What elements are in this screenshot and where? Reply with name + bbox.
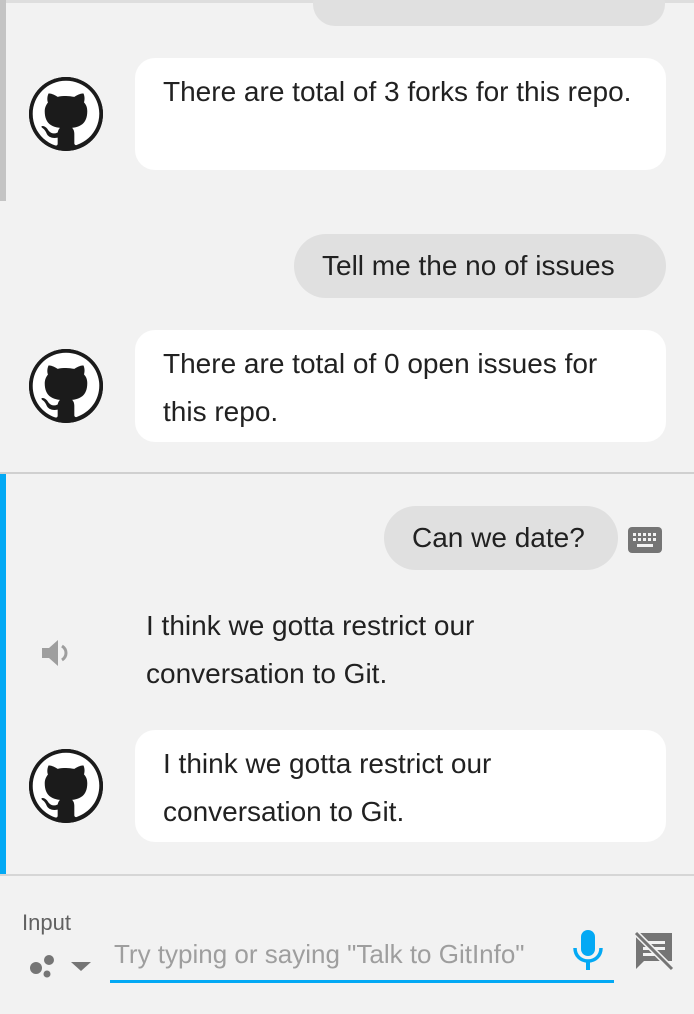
- bot-message-text: There are total of 0 open issues for thi…: [163, 348, 598, 427]
- bot-message-text: There are total of 3 forks for this repo…: [163, 76, 632, 107]
- github-avatar-icon: [29, 77, 103, 151]
- user-message-text: Can we date?: [412, 522, 585, 553]
- github-avatar-icon: [29, 349, 103, 423]
- user-message-text: Tell me the no of issues: [322, 250, 615, 281]
- group-marker: [0, 0, 6, 201]
- bot-message-text: I think we gotta restrict our conversati…: [163, 748, 492, 827]
- message-input[interactable]: [110, 933, 568, 976]
- user-message-bubble: Tell me the no of issues: [294, 234, 666, 298]
- input-label: Input: [22, 910, 71, 935]
- bot-message-bubble: There are total of 0 open issues for thi…: [135, 330, 666, 442]
- active-group-marker: [0, 474, 6, 874]
- divider: [0, 472, 694, 474]
- bot-message-bubble: I think we gotta restrict our conversati…: [135, 730, 666, 842]
- assistant-dots-icon[interactable]: [28, 948, 98, 978]
- speaker-icon[interactable]: [39, 635, 75, 671]
- speech-bubble-off-icon[interactable]: [632, 929, 676, 973]
- github-avatar-icon: [29, 749, 103, 823]
- message-input-field[interactable]: [110, 931, 614, 983]
- spoken-reply-text: I think we gotta restrict our conversati…: [146, 610, 475, 689]
- mic-icon[interactable]: [570, 928, 606, 972]
- user-message-bubble: [313, 0, 665, 26]
- keyboard-icon: [628, 527, 662, 553]
- input-bar: Input: [0, 874, 694, 1014]
- user-message-bubble: Can we date?: [384, 506, 618, 570]
- bot-message-bubble: There are total of 3 forks for this repo…: [135, 58, 666, 170]
